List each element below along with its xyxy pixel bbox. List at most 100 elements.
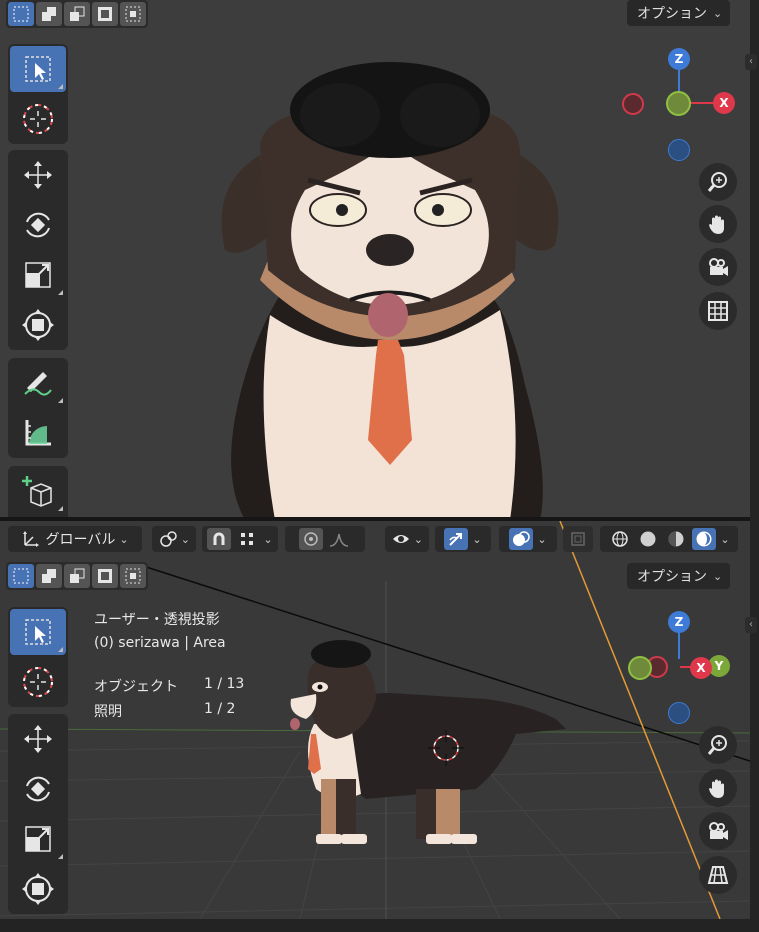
cursor-icon bbox=[23, 104, 53, 134]
sidebar-toggle-top[interactable]: ‹ bbox=[745, 54, 757, 70]
select-extend-icon[interactable] bbox=[36, 2, 62, 26]
select-invert-icon[interactable] bbox=[92, 2, 118, 26]
stat-label-objects: オブジェクト bbox=[94, 679, 178, 695]
shading-rendered[interactable] bbox=[692, 528, 717, 550]
zoom-icon bbox=[707, 172, 727, 192]
cursor-tool[interactable] bbox=[10, 659, 66, 705]
move-icon bbox=[24, 161, 52, 189]
select-new-icon[interactable] bbox=[8, 564, 34, 588]
rotate-tool[interactable] bbox=[10, 202, 66, 248]
snap-target[interactable] bbox=[235, 528, 259, 550]
shading-wireframe[interactable] bbox=[608, 528, 632, 550]
toolbar-transform-group-bottom bbox=[8, 714, 68, 914]
select-box-tool[interactable] bbox=[10, 46, 66, 92]
zoom-button[interactable] bbox=[699, 163, 737, 201]
snap-group: ⌄ bbox=[202, 526, 278, 552]
toolbar-select-group bbox=[8, 44, 68, 144]
select-extend-icon[interactable] bbox=[36, 564, 62, 588]
overlay-circles-icon bbox=[513, 531, 531, 546]
options-label: オプション bbox=[637, 569, 707, 585]
overlay-toggle[interactable] bbox=[509, 528, 534, 550]
transform-icon bbox=[22, 309, 54, 341]
ortho-toggle-button[interactable] bbox=[699, 292, 737, 330]
chevron-down-icon: ⌄ bbox=[720, 532, 730, 546]
select-intersect-icon[interactable] bbox=[120, 2, 146, 26]
options-dropdown[interactable]: オプション ⌄ bbox=[627, 0, 731, 26]
chevron-down-icon: ⌄ bbox=[180, 532, 190, 546]
select-subtract-icon[interactable] bbox=[64, 2, 90, 26]
xray-toggle[interactable] bbox=[563, 526, 593, 552]
move-tool[interactable] bbox=[10, 152, 66, 198]
select-invert-icon[interactable] bbox=[92, 564, 118, 588]
annotate-tool[interactable] bbox=[10, 360, 66, 406]
pan-button-bottom[interactable] bbox=[699, 769, 737, 807]
options-dropdown-bottom[interactable]: オプション ⌄ bbox=[627, 563, 731, 589]
selection-mode-group bbox=[6, 0, 148, 28]
rotate-tool[interactable] bbox=[10, 766, 66, 812]
cursor-tool[interactable] bbox=[10, 96, 66, 142]
viewport-top[interactable]: オプション ⌄ Z X bbox=[0, 0, 750, 517]
shading-solid[interactable] bbox=[636, 528, 660, 550]
toolbar-annotate-group bbox=[8, 358, 68, 458]
gizmo-neg-z-top[interactable] bbox=[668, 139, 690, 161]
scale-tool[interactable] bbox=[10, 252, 66, 298]
toolbar-transform-group bbox=[8, 150, 68, 350]
transform-tool[interactable] bbox=[10, 866, 66, 912]
shading-material[interactable] bbox=[664, 528, 688, 550]
orientation-dropdown[interactable]: グローバル ⌄ bbox=[8, 526, 142, 552]
pivot-dropdown[interactable]: ⌄ bbox=[152, 526, 196, 552]
solid-sphere-icon bbox=[640, 531, 656, 547]
camera-view-button[interactable] bbox=[699, 248, 737, 286]
pan-hand-icon bbox=[709, 215, 724, 234]
move-tool[interactable] bbox=[10, 716, 66, 762]
select-intersect-icon[interactable] bbox=[120, 564, 146, 588]
annotate-icon bbox=[24, 372, 52, 396]
gizmo-x-bottom[interactable]: X bbox=[690, 657, 712, 679]
viewport-bottom[interactable]: オプション ⌄ ユーザー・透視投影 (0) serizawa | Area オブ… bbox=[0, 521, 750, 919]
move-icon bbox=[24, 725, 52, 753]
pivot-icon bbox=[160, 531, 177, 547]
transform-icon bbox=[22, 873, 54, 905]
zoom-icon bbox=[707, 735, 727, 755]
gizmo-x-top[interactable]: X bbox=[713, 92, 735, 114]
gizmo-neg-x-top[interactable] bbox=[622, 93, 644, 115]
gizmo-neg-y-bottom[interactable] bbox=[628, 656, 652, 680]
measure-tool[interactable] bbox=[10, 410, 66, 456]
gizmo-neg-z-bottom[interactable] bbox=[668, 702, 690, 724]
add-cube-tool[interactable] bbox=[10, 468, 66, 514]
grid-icon bbox=[708, 301, 728, 321]
select-box-icon bbox=[25, 56, 51, 82]
proportional-edit-icon bbox=[304, 532, 318, 546]
visibility-dropdown[interactable]: ⌄ bbox=[385, 526, 429, 552]
proportional-edit-toggle[interactable] bbox=[299, 528, 323, 550]
falloff-dropdown[interactable] bbox=[327, 528, 351, 550]
selection-mode-group-bottom bbox=[6, 562, 148, 590]
ortho-toggle-button-bottom[interactable] bbox=[699, 856, 737, 894]
chevron-down-icon: ⌄ bbox=[119, 532, 129, 546]
sidebar-toggle-bottom[interactable]: ‹ bbox=[745, 617, 757, 633]
gizmo-toggle[interactable] bbox=[444, 528, 469, 550]
camera-view-button-bottom[interactable] bbox=[699, 812, 737, 850]
gizmo-y-top[interactable] bbox=[666, 91, 691, 116]
stat-value-objects: 1 / 13 bbox=[204, 676, 245, 692]
select-box-tool[interactable] bbox=[10, 609, 66, 655]
xray-icon bbox=[571, 532, 585, 546]
select-new-icon[interactable] bbox=[8, 2, 34, 26]
stat-value-lights: 1 / 2 bbox=[204, 701, 236, 717]
select-subtract-icon[interactable] bbox=[64, 564, 90, 588]
scale-tool[interactable] bbox=[10, 816, 66, 862]
3d-cursor bbox=[428, 730, 464, 766]
transform-tool[interactable] bbox=[10, 302, 66, 348]
zoom-button-bottom[interactable] bbox=[699, 726, 737, 764]
view-label: ユーザー・透視投影 bbox=[94, 612, 220, 628]
pan-button[interactable] bbox=[699, 205, 737, 243]
material-sphere-icon bbox=[668, 531, 684, 547]
object-line: (0) serizawa | Area bbox=[94, 635, 226, 651]
rotate-icon bbox=[26, 212, 50, 238]
dog-character-front bbox=[221, 62, 559, 517]
snap-toggle[interactable] bbox=[207, 528, 232, 550]
select-box-icon bbox=[25, 619, 51, 645]
chevron-down-icon: ⌄ bbox=[263, 532, 273, 546]
rendered-sphere-icon bbox=[696, 531, 712, 547]
orientation-label: グローバル bbox=[45, 532, 116, 548]
